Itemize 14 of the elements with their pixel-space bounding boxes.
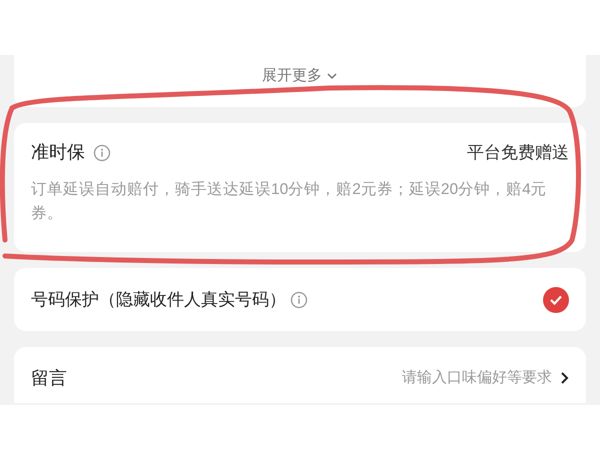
expand-more-button[interactable]: 展开更多 [262, 65, 338, 88]
info-icon[interactable] [290, 290, 308, 308]
check-icon [549, 294, 563, 306]
info-icon[interactable] [93, 144, 111, 162]
chevron-right-icon [560, 371, 569, 386]
chevron-down-icon [326, 72, 338, 80]
checkbox[interactable] [543, 286, 569, 312]
message-hint: 请输入口味偏好等要求 [402, 368, 552, 388]
number-protection-label: 号码保护（隐藏收件人真实号码） [31, 288, 286, 311]
ontime-title: 准时保 [31, 141, 85, 164]
ontime-description: 订单延误自动赔付，骑手送达延误10分钟，赔2元券；延误20分钟，赔4元券。 [31, 180, 548, 224]
message-row[interactable]: 留言 请输入口味偏好等要求 [14, 347, 586, 403]
free-gift-label: 平台免费赠送 [467, 142, 569, 164]
message-label: 留言 [31, 367, 67, 390]
